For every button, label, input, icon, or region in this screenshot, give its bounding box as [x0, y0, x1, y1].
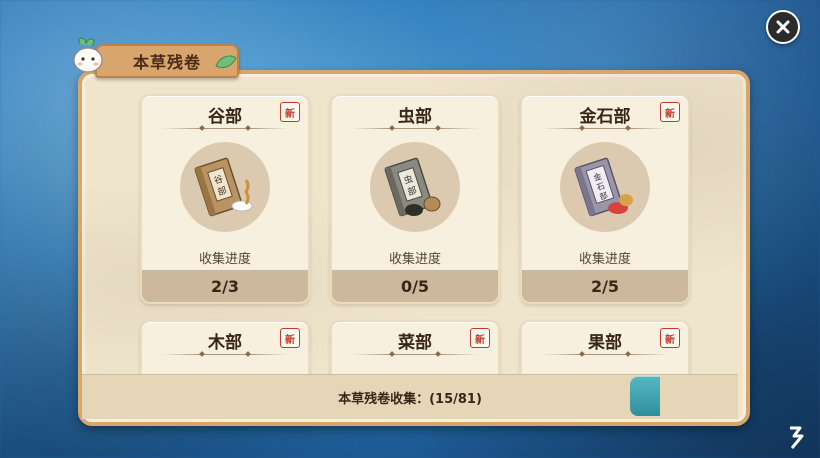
close-icon	[776, 20, 790, 34]
new-badge: 新	[280, 328, 300, 348]
jiuyou-logo	[784, 424, 810, 450]
title-divider	[542, 354, 668, 355]
leaf-icon	[215, 55, 237, 69]
panel-title: 本草残卷	[132, 53, 201, 72]
title-divider	[162, 128, 288, 129]
progress-value: 2/3	[142, 270, 308, 302]
category-card-chong[interactable]: 虫部 虫 部 收集进度 0/5	[330, 94, 500, 304]
title-divider	[352, 354, 478, 355]
title-divider	[352, 128, 478, 129]
new-badge: 新	[660, 102, 680, 122]
card-title: 虫部	[398, 107, 432, 127]
category-card-gu[interactable]: 谷部 新 谷 部 收集进度 2/3	[140, 94, 310, 304]
category-card-jinshi[interactable]: 金石部 新 金 石 部 收集进度 2/5	[520, 94, 690, 304]
mineral-book-icon: 金 石 部	[574, 157, 633, 217]
progress-value: 2/5	[522, 270, 688, 302]
new-badge: 新	[280, 102, 300, 122]
title-divider	[162, 354, 288, 355]
progress-label: 收集进度	[388, 252, 441, 267]
category-icon-frame: 金 石 部	[560, 142, 650, 232]
side-action-button[interactable]	[630, 376, 660, 416]
collection-total-text: 本草残卷收集：(15/81)	[338, 391, 482, 407]
insect-book-icon: 虫 部	[384, 157, 441, 217]
new-badge: 新	[660, 328, 680, 348]
category-icon-frame: 谷 部	[180, 142, 270, 232]
jiuyou-logo-icon	[790, 426, 804, 449]
category-icon-frame: 虫 部	[370, 142, 460, 232]
category-grid: 谷部 新 谷 部 收集进度 2/3 虫部 虫 部 收集进度 0/5 金石部 新 …	[140, 94, 690, 388]
progress-value: 0/5	[332, 270, 498, 302]
progress-label: 收集进度	[198, 252, 251, 267]
progress-label: 收集进度	[578, 252, 631, 267]
new-badge: 新	[470, 328, 490, 348]
grain-book-icon: 谷 部	[194, 157, 253, 217]
radish-mascot-icon	[73, 37, 103, 73]
title-divider	[542, 128, 668, 129]
close-button[interactable]	[766, 10, 800, 44]
